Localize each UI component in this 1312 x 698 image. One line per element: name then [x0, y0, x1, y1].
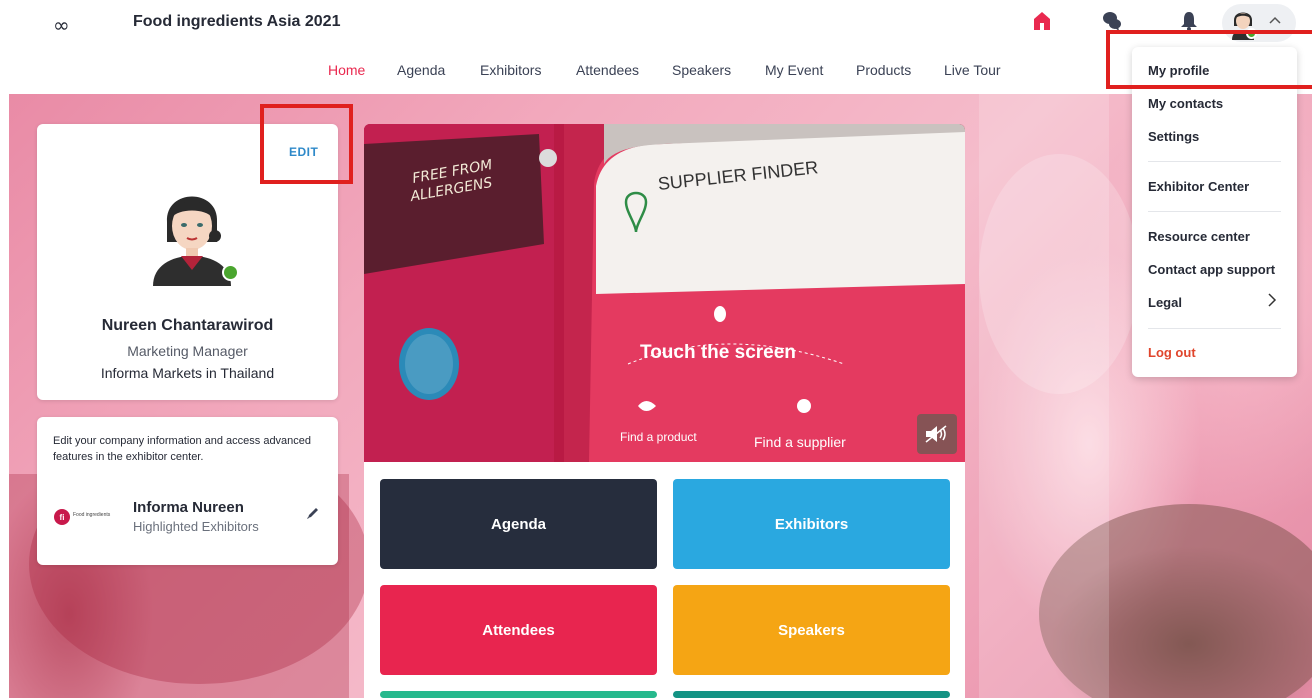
svg-text:fi: fi [60, 513, 65, 522]
menu-divider [1148, 211, 1281, 212]
menu-settings[interactable]: Settings [1148, 129, 1199, 144]
profile-name: Nureen Chantarawirod [101, 317, 274, 334]
nav-live-tour[interactable]: Live Tour [944, 62, 1001, 78]
nav-speakers[interactable]: Speakers [672, 62, 731, 78]
home-icon[interactable] [1031, 9, 1053, 33]
profile-company: Informa Markets in Thailand [100, 365, 275, 381]
nav-my-event[interactable]: My Event [765, 62, 823, 78]
nav-home[interactable]: Home [328, 62, 365, 78]
mute-icon[interactable] [922, 422, 952, 446]
nav-products[interactable]: Products [856, 62, 911, 78]
menu-resource-center[interactable]: Resource center [1148, 229, 1250, 244]
nav-attendees[interactable]: Attendees [576, 62, 639, 78]
nav-exhibitors[interactable]: Exhibitors [480, 62, 541, 78]
event-title[interactable]: Food ingredients Asia 2021 [133, 13, 340, 31]
profile-job-title: Marketing Manager [127, 343, 248, 359]
promo-video[interactable]: FREE FROM ALLERGENS SUPPLIER FINDER Touc… [364, 124, 965, 462]
chevron-up-icon [1268, 12, 1282, 28]
app-logo-icon[interactable]: ∞ [53, 13, 70, 37]
video-sign-touch: Touch the screen [640, 342, 796, 363]
tile-green[interactable] [380, 691, 657, 698]
tile-attendees[interactable]: Attendees [380, 585, 657, 675]
nav-agenda[interactable]: Agenda [397, 62, 445, 78]
company-logo-text: Food ingredients [73, 512, 111, 518]
tile-exhibitors[interactable]: Exhibitors [673, 479, 950, 569]
menu-legal[interactable]: Legal [1148, 295, 1182, 310]
menu-divider [1148, 161, 1281, 162]
tile-teal[interactable] [673, 691, 950, 698]
tile-speakers[interactable]: Speakers [673, 585, 950, 675]
exhibitor-card-description: Edit your company information and access… [53, 435, 312, 463]
video-sign-find-supplier: Find a supplier [754, 434, 846, 450]
company-logo: fi Food ingredients [53, 507, 119, 527]
menu-contact-support[interactable]: Contact app support [1148, 262, 1275, 277]
video-sign-find-product: Find a product [620, 430, 697, 444]
my-profile-highlight-box [1106, 30, 1312, 89]
pencil-icon[interactable] [305, 505, 321, 521]
edit-highlight-box [260, 104, 353, 184]
menu-log-out[interactable]: Log out [1148, 345, 1196, 360]
chevron-right-icon [1266, 292, 1278, 308]
exhibitor-company-name[interactable]: Informa Nureen [133, 499, 244, 516]
menu-divider [1148, 328, 1281, 329]
menu-exhibitor-center[interactable]: Exhibitor Center [1148, 179, 1249, 194]
menu-my-contacts[interactable]: My contacts [1148, 96, 1223, 111]
online-status-icon [222, 264, 239, 281]
exhibitor-subtitle: Highlighted Exhibitors [133, 519, 259, 534]
tile-agenda[interactable]: Agenda [380, 479, 657, 569]
